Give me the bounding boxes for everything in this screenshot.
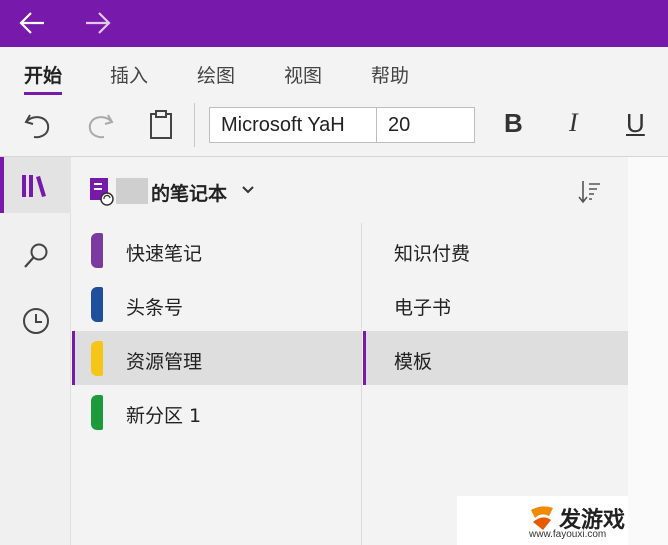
page-canvas[interactable] xyxy=(628,157,668,545)
tab-home[interactable]: 开始 xyxy=(24,61,63,95)
section-label: 头条号 xyxy=(126,297,184,319)
notebook-selector[interactable]: 的笔记本 xyxy=(88,175,273,209)
ribbon-tabs: 开始 插入 绘图 视图 帮助 xyxy=(0,47,668,97)
tab-draw[interactable]: 绘图 xyxy=(197,61,235,88)
page-label: 模板 xyxy=(394,351,433,373)
watermark: 发游戏 www.fayouxi.com xyxy=(457,496,628,545)
search-icon xyxy=(24,243,48,268)
undo-icon[interactable] xyxy=(20,107,56,143)
sort-icon[interactable] xyxy=(576,179,602,205)
nav-recent[interactable] xyxy=(0,294,71,350)
font-family-field[interactable]: Microsoft YaH xyxy=(209,107,377,143)
nav-notebooks[interactable] xyxy=(0,157,71,213)
watermark-logo-icon xyxy=(531,506,553,530)
page-item[interactable]: 电子书 xyxy=(363,277,628,331)
section-item[interactable]: 快速笔记 xyxy=(72,223,361,277)
page-item-selected[interactable]: 模板 xyxy=(363,331,628,385)
notebooks-icon xyxy=(22,175,46,197)
page-item[interactable]: 知识付费 xyxy=(363,223,628,277)
tab-insert[interactable]: 插入 xyxy=(110,61,148,88)
section-color-tab xyxy=(91,287,103,322)
chevron-down-icon xyxy=(242,186,254,194)
section-item-selected[interactable]: 资源管理 xyxy=(72,331,361,385)
notebook-header: 的笔记本 xyxy=(72,157,628,223)
title-bar xyxy=(0,0,668,47)
toolbar: Microsoft YaH 20 B I U xyxy=(0,97,668,157)
toolbar-separator xyxy=(194,103,195,147)
underline-button[interactable]: U xyxy=(626,108,645,139)
section-color-tab xyxy=(91,341,103,376)
clipboard-icon[interactable] xyxy=(143,107,179,143)
tab-help[interactable]: 帮助 xyxy=(371,61,409,88)
section-color-tab xyxy=(91,395,103,430)
section-item[interactable]: 头条号 xyxy=(72,277,361,331)
redacted-username xyxy=(116,178,148,204)
italic-button[interactable]: I xyxy=(569,108,578,138)
section-item[interactable]: 新分区 1 xyxy=(72,385,361,439)
notebook-name: 的笔记本 xyxy=(151,183,228,205)
section-label: 新分区 1 xyxy=(126,405,202,427)
nav-search[interactable] xyxy=(0,229,71,285)
redo-icon[interactable] xyxy=(82,107,118,143)
font-size-field[interactable]: 20 xyxy=(376,107,475,143)
left-navigation xyxy=(0,157,71,545)
page-label: 电子书 xyxy=(394,297,452,319)
tab-view[interactable]: 视图 xyxy=(284,61,322,88)
sections-list: 快速笔记 头条号 资源管理 新分区 1 xyxy=(72,223,362,545)
arrow-right-icon[interactable] xyxy=(80,7,116,39)
section-color-tab xyxy=(91,233,103,268)
watermark-url: www.fayouxi.com xyxy=(529,529,607,540)
notebook-sync-icon xyxy=(90,178,114,206)
section-label: 资源管理 xyxy=(126,351,203,373)
recent-clock-icon xyxy=(23,308,49,334)
bold-button[interactable]: B xyxy=(504,108,523,139)
page-label: 知识付费 xyxy=(394,243,471,265)
arrow-left-icon[interactable] xyxy=(14,7,50,39)
section-label: 快速笔记 xyxy=(126,243,203,265)
